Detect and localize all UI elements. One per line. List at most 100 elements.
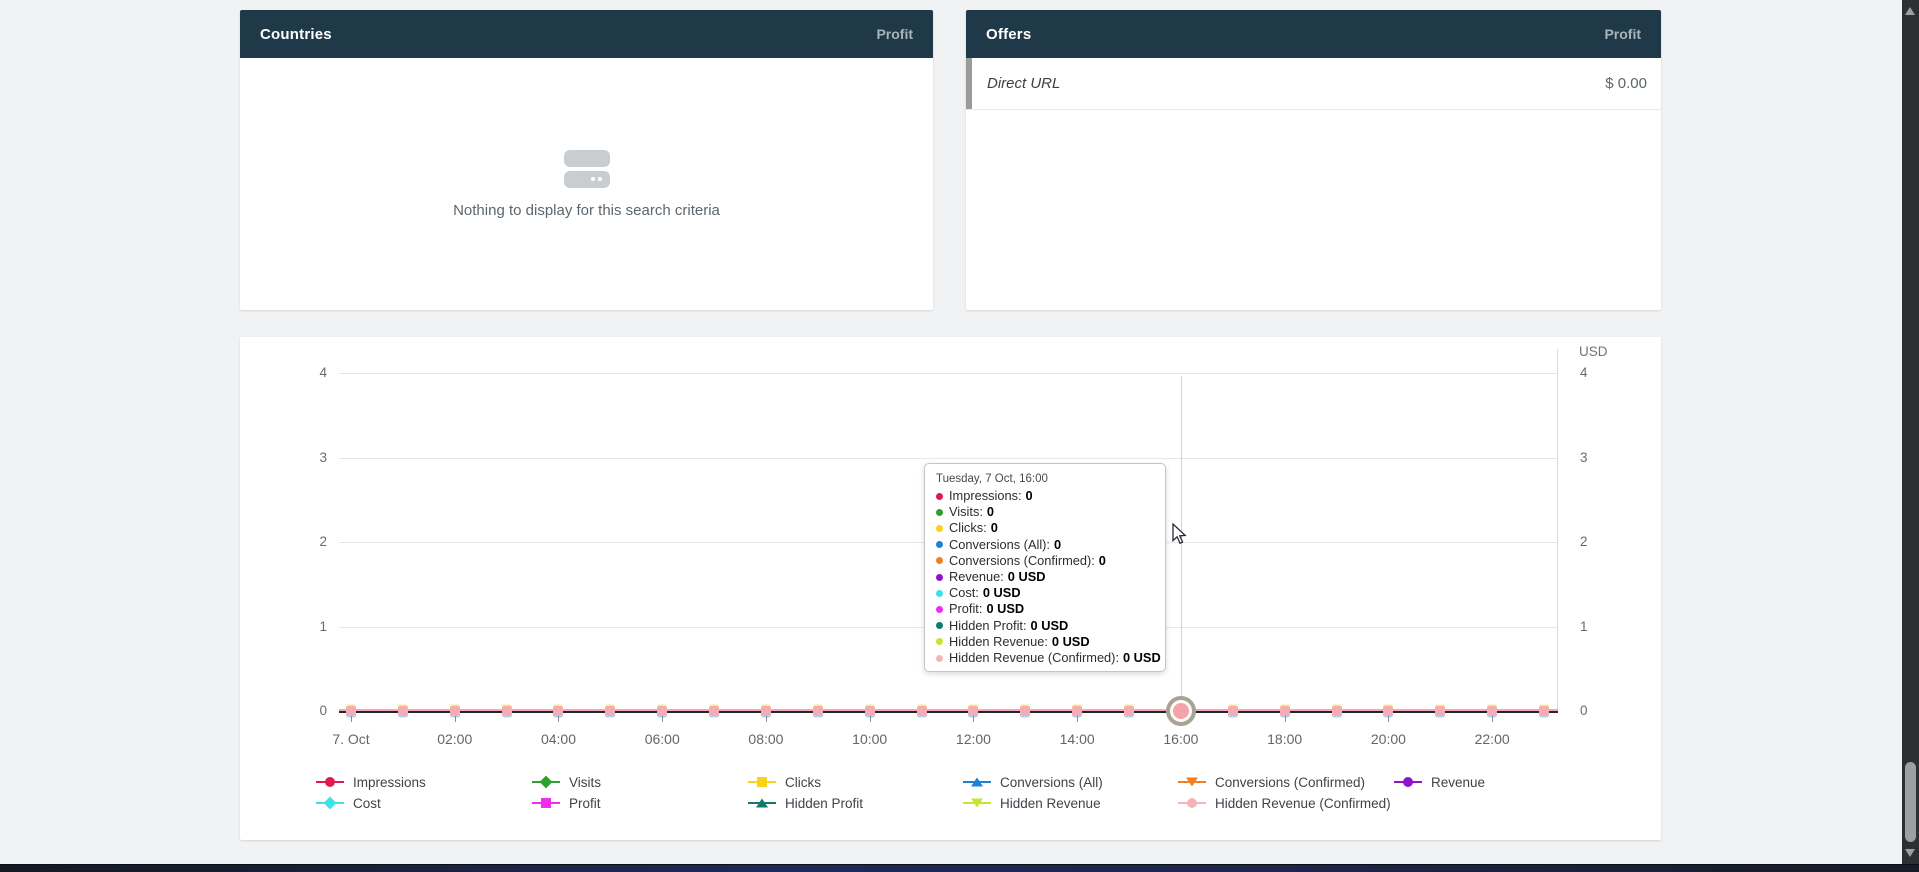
data-point-marker[interactable]: [1487, 706, 1497, 716]
data-point-marker[interactable]: [1020, 706, 1030, 716]
data-point-marker[interactable]: [553, 706, 563, 716]
legend-label: Clicks: [785, 775, 821, 790]
tooltip-series-bullet-icon: [936, 509, 943, 516]
offers-panel-header: Offers Profit: [966, 10, 1661, 58]
hovered-data-point[interactable]: [1173, 703, 1189, 719]
tooltip-row: Visits:0: [936, 504, 1154, 520]
data-point-marker[interactable]: [1383, 706, 1393, 716]
legend-item-conversions-confirmed[interactable]: Conversions (Confirmed): [1178, 773, 1365, 791]
legend-item-impressions[interactable]: Impressions: [316, 773, 426, 791]
data-point-marker[interactable]: [657, 706, 667, 716]
y-axis-label-left: 4: [287, 365, 327, 380]
tooltip-series-label: Visits:: [949, 504, 983, 520]
data-point-marker[interactable]: [1072, 706, 1082, 716]
vertical-scrollbar[interactable]: [1902, 0, 1919, 864]
legend-item-hidden-revenue[interactable]: Hidden Revenue: [963, 794, 1101, 812]
tooltip-series-bullet-icon: [936, 541, 943, 548]
tooltip-series-value: 0: [1099, 553, 1106, 569]
legend-marker-icon: [316, 796, 344, 810]
legend-marker-icon: [963, 796, 991, 810]
legend-marker-icon: [1178, 775, 1206, 789]
tooltip-series-value: 0: [1054, 537, 1061, 553]
scrollbar-thumb[interactable]: [1905, 762, 1916, 842]
tooltip-row: Clicks:0: [936, 520, 1154, 536]
tooltip-row: Conversions (All):0: [936, 537, 1154, 553]
legend-item-clicks[interactable]: Clicks: [748, 773, 821, 791]
chart-tooltip: Tuesday, 7 Oct, 16:00 Impressions:0Visits…: [924, 463, 1166, 672]
legend-label: Profit: [569, 796, 601, 811]
data-point-marker[interactable]: [1124, 706, 1134, 716]
countries-empty-text: Nothing to display for this search crite…: [453, 202, 720, 219]
data-point-marker[interactable]: [968, 706, 978, 716]
tooltip-row: Hidden Revenue (Confirmed):0 USD: [936, 650, 1154, 666]
tooltip-series-value: 0: [1026, 488, 1033, 504]
tooltip-series-value: 0 USD: [1008, 569, 1046, 585]
legend-item-cost[interactable]: Cost: [316, 794, 381, 812]
tooltip-row: Cost:0 USD: [936, 585, 1154, 601]
x-axis-label: 14:00: [1060, 731, 1095, 747]
data-point-marker[interactable]: [761, 706, 771, 716]
tooltip-series-value: 0: [987, 504, 994, 520]
data-point-marker[interactable]: [502, 706, 512, 716]
y-axis-unit-label: USD: [1579, 344, 1608, 359]
legend-label: Visits: [569, 775, 601, 790]
tooltip-series-bullet-icon: [936, 493, 943, 500]
scroll-up-icon[interactable]: [1905, 7, 1915, 15]
offer-row-direct-url[interactable]: Direct URL $ 0.00: [966, 58, 1661, 110]
legend-marker-icon: [532, 775, 560, 789]
y-axis-label-right: 3: [1580, 450, 1610, 465]
offers-metric-label[interactable]: Profit: [1604, 26, 1641, 42]
data-point-marker[interactable]: [450, 706, 460, 716]
data-point-marker[interactable]: [346, 706, 356, 716]
legend-item-visits[interactable]: Visits: [532, 773, 601, 791]
y-axis-label-left: 0: [287, 703, 327, 718]
data-point-marker[interactable]: [605, 706, 615, 716]
dashboard-page: Countries Profit Nothing to display for …: [0, 0, 1919, 872]
legend-item-hidden-profit[interactable]: Hidden Profit: [748, 794, 863, 812]
data-point-marker[interactable]: [398, 706, 408, 716]
y-axis-label-right: 2: [1580, 534, 1610, 549]
legend-label: Impressions: [353, 775, 426, 790]
right-axis-line: [1557, 349, 1558, 711]
legend-label: Conversions (Confirmed): [1215, 775, 1365, 790]
data-point-marker[interactable]: [1332, 706, 1342, 716]
data-point-marker[interactable]: [917, 706, 927, 716]
offer-row-accent-bar: [966, 58, 972, 109]
crosshair-line: [1181, 376, 1182, 711]
x-axis-label: 12:00: [956, 731, 991, 747]
offer-name[interactable]: Direct URL: [987, 75, 1060, 92]
tooltip-row: Impressions:0: [936, 488, 1154, 504]
tooltip-row: Hidden Revenue:0 USD: [936, 634, 1154, 650]
tooltip-series-value: 0 USD: [1123, 650, 1161, 666]
countries-metric-label[interactable]: Profit: [876, 26, 913, 42]
tooltip-series-value: 0 USD: [1031, 618, 1069, 634]
legend-item-conversions-all[interactable]: Conversions (All): [963, 773, 1103, 791]
tooltip-series-label: Profit:: [949, 601, 982, 617]
tooltip-series-bullet-icon: [936, 655, 943, 662]
scroll-down-icon[interactable]: [1905, 849, 1915, 857]
data-point-marker[interactable]: [1280, 706, 1290, 716]
data-point-marker[interactable]: [709, 706, 719, 716]
data-point-marker[interactable]: [865, 706, 875, 716]
tooltip-row: Profit:0 USD: [936, 601, 1154, 617]
y-axis-label-left: 1: [287, 619, 327, 634]
data-point-marker[interactable]: [1435, 706, 1445, 716]
legend-item-revenue[interactable]: Revenue: [1394, 773, 1485, 791]
countries-panel: Countries Profit Nothing to display for …: [240, 10, 933, 310]
legend-marker-icon: [963, 775, 991, 789]
legend-item-profit[interactable]: Profit: [532, 794, 601, 812]
tooltip-series-bullet-icon: [936, 525, 943, 532]
data-point-marker[interactable]: [1228, 706, 1238, 716]
y-axis-label-left: 2: [287, 534, 327, 549]
legend-marker-icon: [748, 796, 776, 810]
tooltip-series-label: Hidden Revenue (Confirmed):: [949, 650, 1119, 666]
tooltip-title: Tuesday, 7 Oct, 16:00: [936, 473, 1154, 485]
tooltip-series-label: Clicks:: [949, 520, 987, 536]
x-axis-label: 20:00: [1371, 731, 1406, 747]
y-gridline: [339, 373, 1558, 374]
tooltip-series-label: Revenue:: [949, 569, 1004, 585]
data-point-marker[interactable]: [1539, 706, 1549, 716]
legend-item-hidden-revenue-confirmed[interactable]: Hidden Revenue (Confirmed): [1178, 794, 1391, 812]
data-point-marker[interactable]: [813, 706, 823, 716]
tooltip-series-bullet-icon: [936, 590, 943, 597]
